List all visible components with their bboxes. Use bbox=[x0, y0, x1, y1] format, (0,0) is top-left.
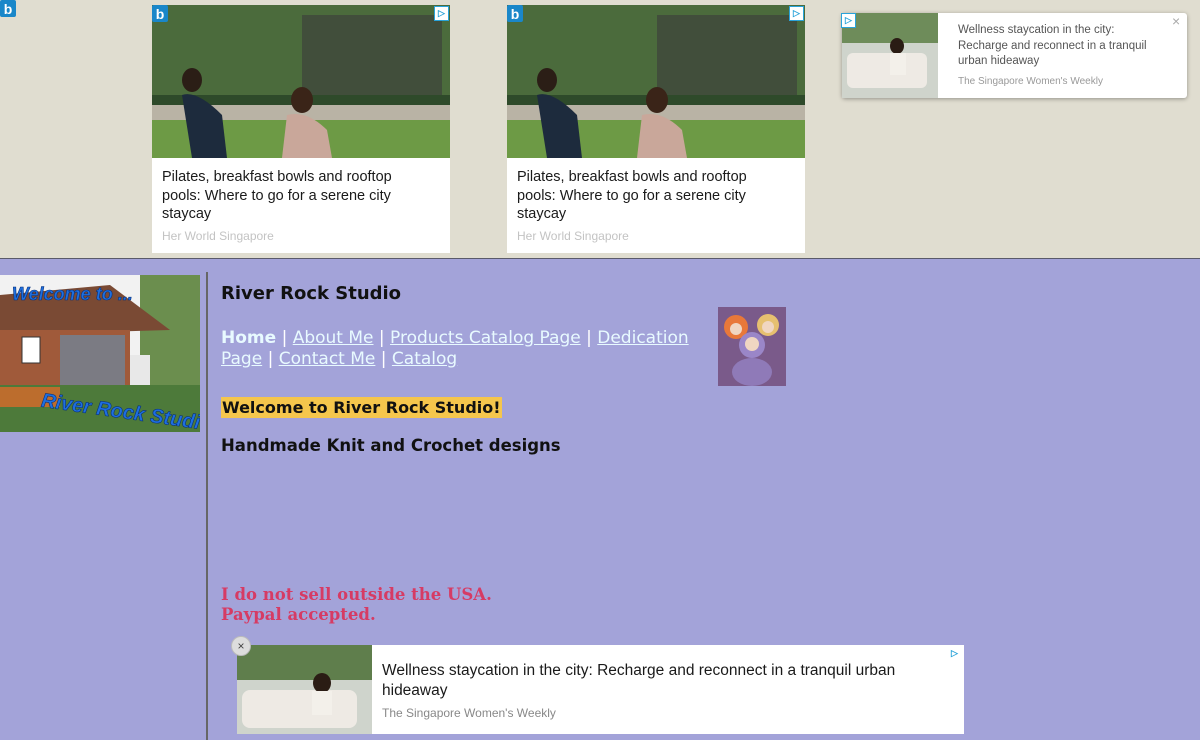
crochet-dolls-image bbox=[718, 307, 786, 386]
adchoices-icon[interactable]: ▷ bbox=[841, 13, 856, 28]
notice-line-paypal: Paypal accepted. bbox=[221, 605, 376, 624]
main-nav: Home | About Me | Products Catalog Page … bbox=[221, 328, 711, 370]
nav-contact[interactable]: Contact Me bbox=[279, 349, 376, 369]
nav-about[interactable]: About Me bbox=[293, 328, 374, 348]
nav-separator: | bbox=[267, 349, 274, 369]
bing-logo-icon: b bbox=[152, 5, 168, 22]
adchoices-icon[interactable]: ▷ bbox=[434, 6, 449, 21]
ad-image-yoga[interactable] bbox=[152, 5, 450, 158]
adchoices-icon[interactable]: ▷ bbox=[948, 647, 961, 660]
ad-title[interactable]: Wellness staycation in the city: Recharg… bbox=[382, 661, 942, 701]
ad-title[interactable]: Wellness staycation in the city: Recharg… bbox=[958, 23, 1158, 70]
nav-separator: | bbox=[586, 328, 592, 348]
ad-image-yoga[interactable] bbox=[507, 5, 805, 158]
ad-card-1[interactable]: ▷ b Pilates, breakfast bowls and rooftop… bbox=[152, 5, 450, 253]
ad-source: Her World Singapore bbox=[162, 229, 274, 243]
nav-catalog[interactable]: Catalog bbox=[392, 349, 457, 369]
bing-logo-icon: b bbox=[507, 5, 523, 22]
ad-card-bottom[interactable]: ▷ Wellness staycation in the city: Recha… bbox=[237, 645, 964, 734]
ad-title[interactable]: Pilates, breakfast bowls and rooftop poo… bbox=[162, 168, 432, 224]
ad-source: The Singapore Women's Weekly bbox=[382, 706, 556, 720]
nav-separator: | bbox=[378, 328, 385, 348]
ad-banner-area: b ▷ b Pilates, breakfast bowls and rooft… bbox=[0, 0, 1200, 259]
close-ad-icon[interactable]: × bbox=[231, 636, 251, 656]
banner-welcome-text: Welcome to ... bbox=[12, 284, 133, 304]
close-icon[interactable]: × bbox=[1172, 13, 1180, 29]
welcome-heading: Welcome to River Rock Studio! bbox=[221, 397, 502, 418]
subheading: Handmade Knit and Crochet designs bbox=[221, 436, 561, 455]
ad-image-woman-couch[interactable] bbox=[237, 645, 372, 734]
nav-home[interactable]: Home bbox=[221, 328, 276, 348]
ad-source: The Singapore Women's Weekly bbox=[958, 76, 1103, 87]
shipping-notice: I do not sell outside the USA. Paypal ac… bbox=[221, 585, 492, 625]
page-title: River Rock Studio bbox=[221, 283, 402, 304]
welcome-banner-image: Welcome to ... River Rock Studio bbox=[0, 275, 200, 432]
ad-title[interactable]: Pilates, breakfast bowls and rooftop poo… bbox=[517, 168, 787, 224]
ad-image-woman-couch[interactable] bbox=[842, 13, 938, 98]
nav-separator: | bbox=[281, 328, 288, 348]
adchoices-icon[interactable]: ▷ bbox=[789, 6, 804, 21]
column-divider bbox=[206, 272, 208, 740]
nav-separator: | bbox=[380, 349, 387, 369]
notice-line-usa: I do not sell outside the USA. bbox=[221, 585, 492, 604]
ad-source: Her World Singapore bbox=[517, 229, 629, 243]
ad-card-side[interactable]: ▷ Wellness staycation in the city: Recha… bbox=[841, 13, 1187, 98]
nav-products[interactable]: Products Catalog Page bbox=[390, 328, 581, 348]
ad-card-2[interactable]: ▷ b Pilates, breakfast bowls and rooftop… bbox=[507, 5, 805, 253]
bing-logo-icon: b bbox=[0, 0, 16, 17]
